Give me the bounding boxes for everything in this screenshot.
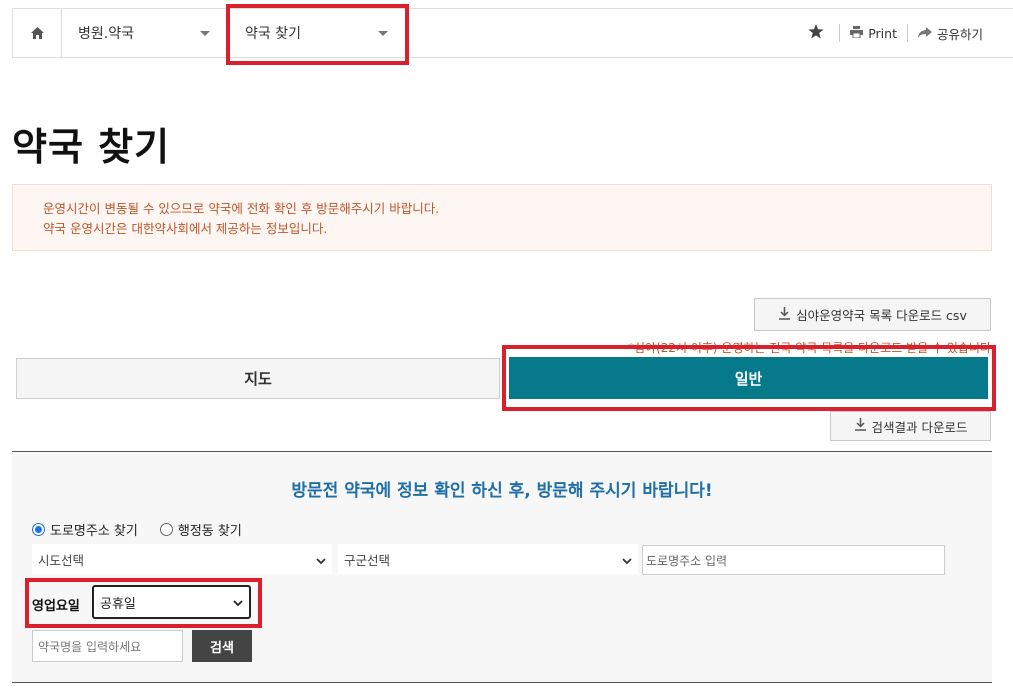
download-icon: [778, 306, 796, 323]
radio-road-label: 도로명주소 찾기: [50, 524, 138, 539]
search-panel: 방문전 약국에 정보 확인 하신 후, 방문해 주시기 바랍니다! 도로명주소 …: [12, 452, 992, 682]
download-icon: [854, 418, 872, 434]
star-icon: [808, 24, 829, 42]
radio-road-address[interactable]: 도로명주소 찾기: [32, 520, 138, 539]
search-button[interactable]: 검색: [192, 630, 252, 662]
gugun-select[interactable]: 구군선택: [338, 544, 638, 574]
radio-unchecked-icon: [159, 523, 173, 536]
address-type-radios: 도로명주소 찾기 행정동 찾기: [32, 520, 264, 539]
print-button[interactable]: Print: [839, 24, 907, 42]
divider-bottom: [12, 682, 992, 683]
highlight-box-business-day: [25, 578, 262, 628]
road-address-input[interactable]: 도로명주소 입력: [642, 545, 945, 575]
pharmacy-name-input[interactable]: 약국명을 입력하세요: [32, 630, 183, 662]
search-heading: 방문전 약국에 정보 확인 하신 후, 방문해 주시기 바랍니다!: [291, 481, 713, 501]
page-title: 약국 찾기: [12, 125, 171, 169]
tab-map[interactable]: 지도: [16, 358, 500, 399]
share-label: 공유하기: [936, 26, 983, 42]
notice-line-1: 운영시간이 변동될 수 있으므로 약국에 전화 확인 후 방문해주시기 바랍니다…: [43, 201, 440, 216]
notice-line-2: 약국 운영시간은 대한약사회에서 제공하는 정보입니다.: [43, 221, 328, 236]
breadcrumb-level1-label: 병원.약국: [78, 26, 134, 42]
share-arrow-icon: [917, 26, 937, 41]
share-button[interactable]: 공유하기: [906, 24, 993, 42]
notice-box: 운영시간이 변동될 수 있으므로 약국에 전화 확인 후 방문해주시기 바랍니다…: [12, 184, 992, 251]
radio-checked-icon: [32, 523, 45, 536]
breadcrumb-level1-dropdown[interactable]: 병원.약국: [62, 9, 229, 57]
caret-down-icon: [200, 31, 210, 36]
highlight-box-breadcrumb: [226, 4, 409, 65]
page-tools: Print 공유하기: [798, 8, 993, 58]
gugun-select-value: 구군선택: [344, 552, 391, 568]
csv-download-button[interactable]: 심야운영약국 목록 다운로드 csv: [754, 298, 991, 331]
radio-admin-district[interactable]: 행정동 찾기: [159, 520, 242, 539]
radio-admin-label: 행정동 찾기: [177, 524, 242, 539]
printer-icon: [850, 25, 868, 41]
chevron-down-icon: [622, 554, 632, 569]
print-label: Print: [868, 25, 897, 41]
result-download-button[interactable]: 검색결과 다운로드: [830, 411, 991, 441]
chevron-down-icon: [316, 554, 326, 569]
highlight-box-general-tab: [502, 345, 996, 411]
result-download-label: 검색결과 다운로드: [871, 419, 968, 435]
sido-select-value: 시도선택: [38, 552, 85, 568]
sido-select[interactable]: 시도선택: [32, 544, 332, 574]
home-icon: [30, 24, 44, 43]
favorite-button[interactable]: [798, 24, 839, 42]
csv-download-label: 심야운영약국 목록 다운로드 csv: [796, 308, 967, 323]
home-button[interactable]: [12, 9, 62, 57]
